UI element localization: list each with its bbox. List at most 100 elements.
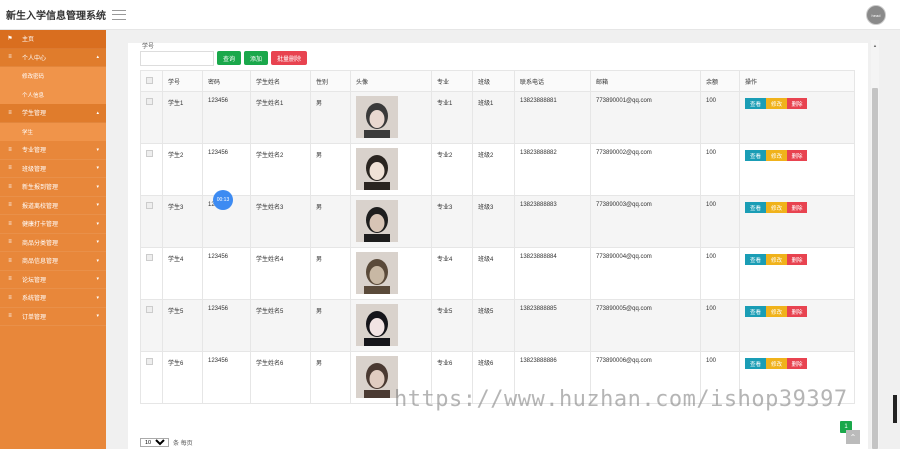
sidebar-item-leave-manage[interactable]: ≡ 报道离校管理 ▾ [0, 197, 106, 215]
table-cell: 学生3 [162, 195, 203, 248]
edit-button[interactable]: 修改 [766, 358, 787, 369]
row-checkbox[interactable] [146, 150, 153, 157]
page-size-select[interactable]: 10 [140, 438, 169, 447]
table-cell: 男 [310, 299, 351, 352]
sidebar-item-orders[interactable]: ≡ 订单管理 ▾ [0, 308, 106, 326]
column-header[interactable]: 学号 [162, 70, 203, 92]
avatar-cell [350, 143, 432, 196]
column-header[interactable]: 邮箱 [590, 70, 701, 92]
row-actions: 查看 修改 删除 [745, 358, 854, 369]
view-button[interactable]: 查看 [745, 202, 766, 213]
table-cell: 班级3 [472, 195, 515, 248]
user-avatar[interactable]: head [866, 5, 886, 25]
sidebar-item-home[interactable]: ⚑ 主页 [0, 30, 106, 49]
sidebar-item-label: 系统管理 [22, 296, 47, 303]
delete-button[interactable]: 删除 [787, 306, 807, 317]
row-select-cell[interactable] [140, 195, 163, 248]
student-id-search-input[interactable] [140, 51, 214, 66]
sidebar-item-label: 班级管理 [22, 166, 47, 173]
view-button[interactable]: 查看 [745, 98, 766, 109]
menu-toggle-icon[interactable] [112, 9, 126, 20]
table-cell: 123456 [202, 299, 251, 352]
delete-button[interactable]: 删除 [787, 202, 807, 213]
menu-icon: ≡ [8, 109, 12, 116]
delete-button[interactable]: 删除 [787, 150, 807, 161]
view-button[interactable]: 查看 [745, 254, 766, 265]
table-cell: 123456 [202, 351, 251, 404]
chevron-up-icon: ▴ [96, 54, 99, 61]
row-select-cell[interactable] [140, 143, 163, 196]
sidebar-item-class-manage[interactable]: ≡ 班级管理 ▾ [0, 160, 106, 178]
student-photo [356, 96, 398, 138]
scrollbar-thumb[interactable] [872, 88, 878, 449]
sidebar-item-health-checkin[interactable]: ≡ 健康打卡管理 ▾ [0, 215, 106, 234]
sidebar-item-label: 主页 [22, 37, 35, 44]
sidebar-item-forum[interactable]: ≡ 论坛管理 ▾ [0, 271, 106, 289]
column-header[interactable]: 性别 [310, 70, 351, 92]
delete-button[interactable]: 删除 [787, 358, 807, 369]
edit-button[interactable]: 修改 [766, 306, 787, 317]
sidebar-item-goods-info[interactable]: ≡ 商品信息管理 ▾ [0, 252, 106, 271]
table-cell: 123456 [202, 91, 251, 144]
view-button[interactable]: 查看 [745, 306, 766, 317]
delete-button[interactable]: 删除 [787, 254, 807, 265]
row-checkbox[interactable] [146, 358, 153, 365]
menu-icon: ≡ [8, 276, 12, 283]
edit-button[interactable]: 修改 [766, 202, 787, 213]
column-header[interactable]: 余额 [700, 70, 740, 92]
row-checkbox[interactable] [146, 254, 153, 261]
view-button[interactable]: 查看 [745, 358, 766, 369]
pagination: 10 条 每页 [140, 438, 193, 447]
top-header: 新生入学信息管理系统 head [0, 0, 900, 30]
vertical-scrollbar[interactable]: ▲ [871, 40, 879, 449]
sidebar-item-system[interactable]: ≡ 系统管理 ▾ [0, 289, 106, 308]
column-header[interactable]: 学生姓名 [250, 70, 311, 92]
sidebar-subitem-student[interactable]: 学生 [0, 122, 106, 141]
row-select-cell[interactable] [140, 91, 163, 144]
table-cell: 773890003@qq.com [590, 195, 701, 248]
row-checkbox[interactable] [146, 98, 153, 105]
menu-icon: ≡ [8, 220, 12, 227]
sidebar-item-personal-center[interactable]: ≡ 个人中心 ▴ [0, 48, 106, 67]
row-checkbox[interactable] [146, 202, 153, 209]
view-button[interactable]: 查看 [745, 150, 766, 161]
table-cell: 学生姓名3 [250, 195, 311, 248]
column-header[interactable]: 班级 [472, 70, 515, 92]
select-all-checkbox[interactable] [146, 76, 153, 84]
menu-icon: ≡ [8, 165, 12, 172]
sidebar-item-student-manage[interactable]: ≡ 学生管理 ▴ [0, 104, 106, 123]
back-to-top-icon[interactable]: ⌃ [846, 430, 860, 444]
row-select-cell[interactable] [140, 299, 163, 352]
column-header[interactable]: 联系电话 [514, 70, 591, 92]
row-actions: 查看 修改 删除 [745, 98, 854, 109]
sidebar-subitem-change-password[interactable]: 修改密码 [0, 67, 106, 86]
sidebar-item-goods-category[interactable]: ≡ 商品分类管理 ▾ [0, 234, 106, 252]
table-cell: 学生姓名6 [250, 351, 311, 404]
table-cell: 学生姓名2 [250, 143, 311, 196]
row-select-cell[interactable] [140, 351, 163, 404]
batch-delete-button[interactable]: 批量删除 [271, 51, 307, 65]
per-page-label: 条 每页 [173, 441, 193, 447]
sidebar-item-major-manage[interactable]: ≡ 专业管理 ▾ [0, 141, 106, 160]
table-cell: 773890001@qq.com [590, 91, 701, 144]
avatar-cell [350, 299, 432, 352]
chevron-down-icon: ▾ [96, 257, 99, 264]
row-actions: 查看 修改 删除 [745, 254, 854, 265]
row-select-cell[interactable] [140, 247, 163, 300]
search-button[interactable]: 查询 [217, 51, 241, 65]
sidebar-subitem-personal-info[interactable]: 个人信息 [0, 85, 106, 104]
edit-button[interactable]: 修改 [766, 254, 787, 265]
select-all-cell[interactable] [140, 70, 163, 92]
scroll-up-icon[interactable]: ▲ [872, 43, 878, 49]
column-header[interactable]: 密码 [202, 70, 251, 92]
student-photo [356, 356, 398, 398]
column-header: 操作 [739, 70, 855, 92]
sidebar-item-registration-manage[interactable]: ≡ 新生报到管理 ▾ [0, 178, 106, 197]
row-checkbox[interactable] [146, 306, 153, 313]
edit-button[interactable]: 修改 [766, 150, 787, 161]
column-header[interactable]: 专业 [431, 70, 473, 92]
edit-button[interactable]: 修改 [766, 98, 787, 109]
add-button[interactable]: 添加 [244, 51, 268, 65]
delete-button[interactable]: 删除 [787, 98, 807, 109]
sidebar-item-label: 商品信息管理 [22, 259, 59, 266]
